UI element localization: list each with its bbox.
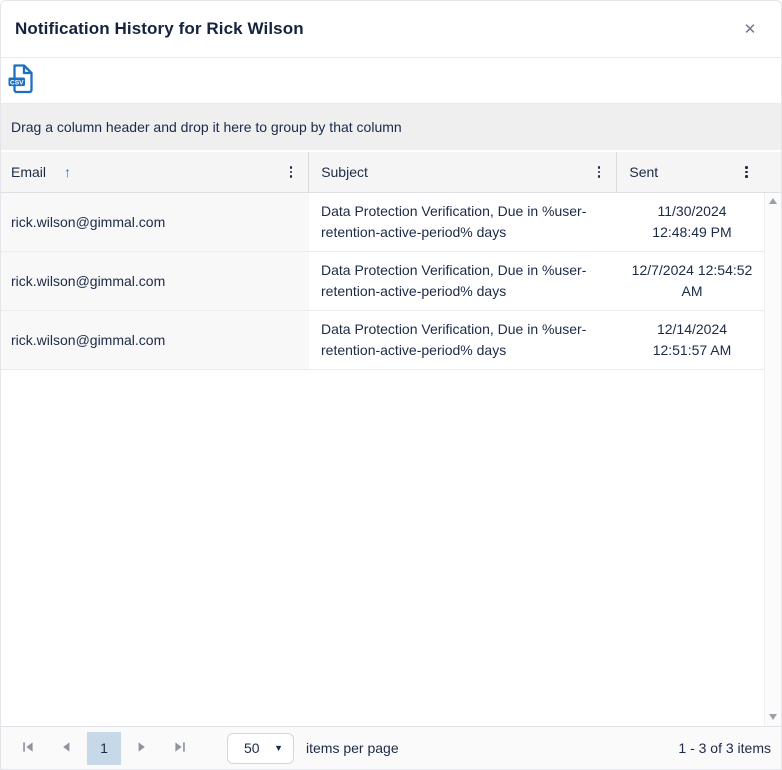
previous-page-icon [60, 741, 72, 756]
items-per-page-label: items per page [306, 740, 399, 756]
column-label-email: Email [11, 164, 46, 180]
cell-email: rick.wilson@gimmal.com [1, 311, 309, 369]
vertical-scrollbar[interactable] [764, 193, 781, 726]
last-page-button[interactable] [163, 732, 197, 765]
table-row[interactable]: rick.wilson@gimmal.com Data Protection V… [1, 311, 781, 370]
column-header-email[interactable]: Email ↑ [1, 152, 308, 192]
export-csv-button[interactable]: CSV [7, 63, 36, 98]
svg-text:CSV: CSV [10, 79, 24, 86]
csv-file-icon: CSV [7, 63, 36, 98]
grid-pager: 1 50 ▼ items per page 1 - 3 of 3 items [1, 726, 781, 769]
cell-sent: 11/30/2024 12:48:49 PM [618, 193, 766, 251]
grid-toolbar: CSV [1, 58, 781, 104]
group-drop-hint: Drag a column header and drop it here to… [11, 119, 402, 135]
table-row[interactable]: rick.wilson@gimmal.com Data Protection V… [1, 193, 781, 252]
grid-body: rick.wilson@gimmal.com Data Protection V… [1, 193, 781, 726]
last-page-icon [174, 741, 186, 756]
cell-subject: Data Protection Verification, Due in %us… [309, 193, 618, 251]
scroll-down-icon[interactable] [769, 714, 777, 720]
next-page-button[interactable] [125, 732, 159, 765]
cell-email: rick.wilson@gimmal.com [1, 252, 309, 310]
cell-sent: 12/14/2024 12:51:57 AM [618, 311, 766, 369]
group-drop-panel[interactable]: Drag a column header and drop it here to… [1, 104, 781, 152]
page-size-dropdown[interactable]: 50 ▼ [227, 733, 294, 764]
cell-subject: Data Protection Verification, Due in %us… [309, 252, 618, 310]
pager-range-label: 1 - 3 of 3 items [678, 740, 771, 756]
dialog-title: Notification History for Rick Wilson [15, 19, 304, 39]
cell-subject: Data Protection Verification, Due in %us… [309, 311, 618, 369]
cell-email: rick.wilson@gimmal.com [1, 193, 309, 251]
previous-page-button[interactable] [49, 732, 83, 765]
sort-ascending-icon: ↑ [64, 164, 71, 180]
close-icon: ✕ [744, 20, 757, 38]
column-label-sent: Sent [629, 164, 658, 180]
cell-sent: 12/7/2024 12:54:52 AM [618, 252, 766, 310]
header-scrollbar-spacer [764, 152, 781, 192]
grid-header-row: Email ↑ Subject Sent [1, 152, 781, 193]
scroll-up-icon[interactable] [769, 198, 777, 204]
first-page-button[interactable] [11, 732, 45, 765]
column-menu-email[interactable] [286, 160, 297, 184]
first-page-icon [22, 741, 34, 756]
next-page-icon [136, 741, 148, 756]
column-menu-subject[interactable] [594, 160, 605, 184]
dialog-titlebar: Notification History for Rick Wilson ✕ [1, 1, 781, 58]
page-number-1[interactable]: 1 [87, 732, 121, 765]
notification-history-dialog: Notification History for Rick Wilson ✕ C… [0, 0, 782, 770]
column-header-subject[interactable]: Subject [308, 152, 616, 192]
page-size-value: 50 [244, 740, 260, 756]
chevron-down-icon: ▼ [274, 743, 283, 753]
table-row[interactable]: rick.wilson@gimmal.com Data Protection V… [1, 252, 781, 311]
column-header-sent[interactable]: Sent [616, 152, 764, 192]
column-label-subject: Subject [321, 164, 368, 180]
close-button[interactable]: ✕ [737, 16, 763, 42]
column-menu-sent[interactable] [741, 160, 752, 184]
